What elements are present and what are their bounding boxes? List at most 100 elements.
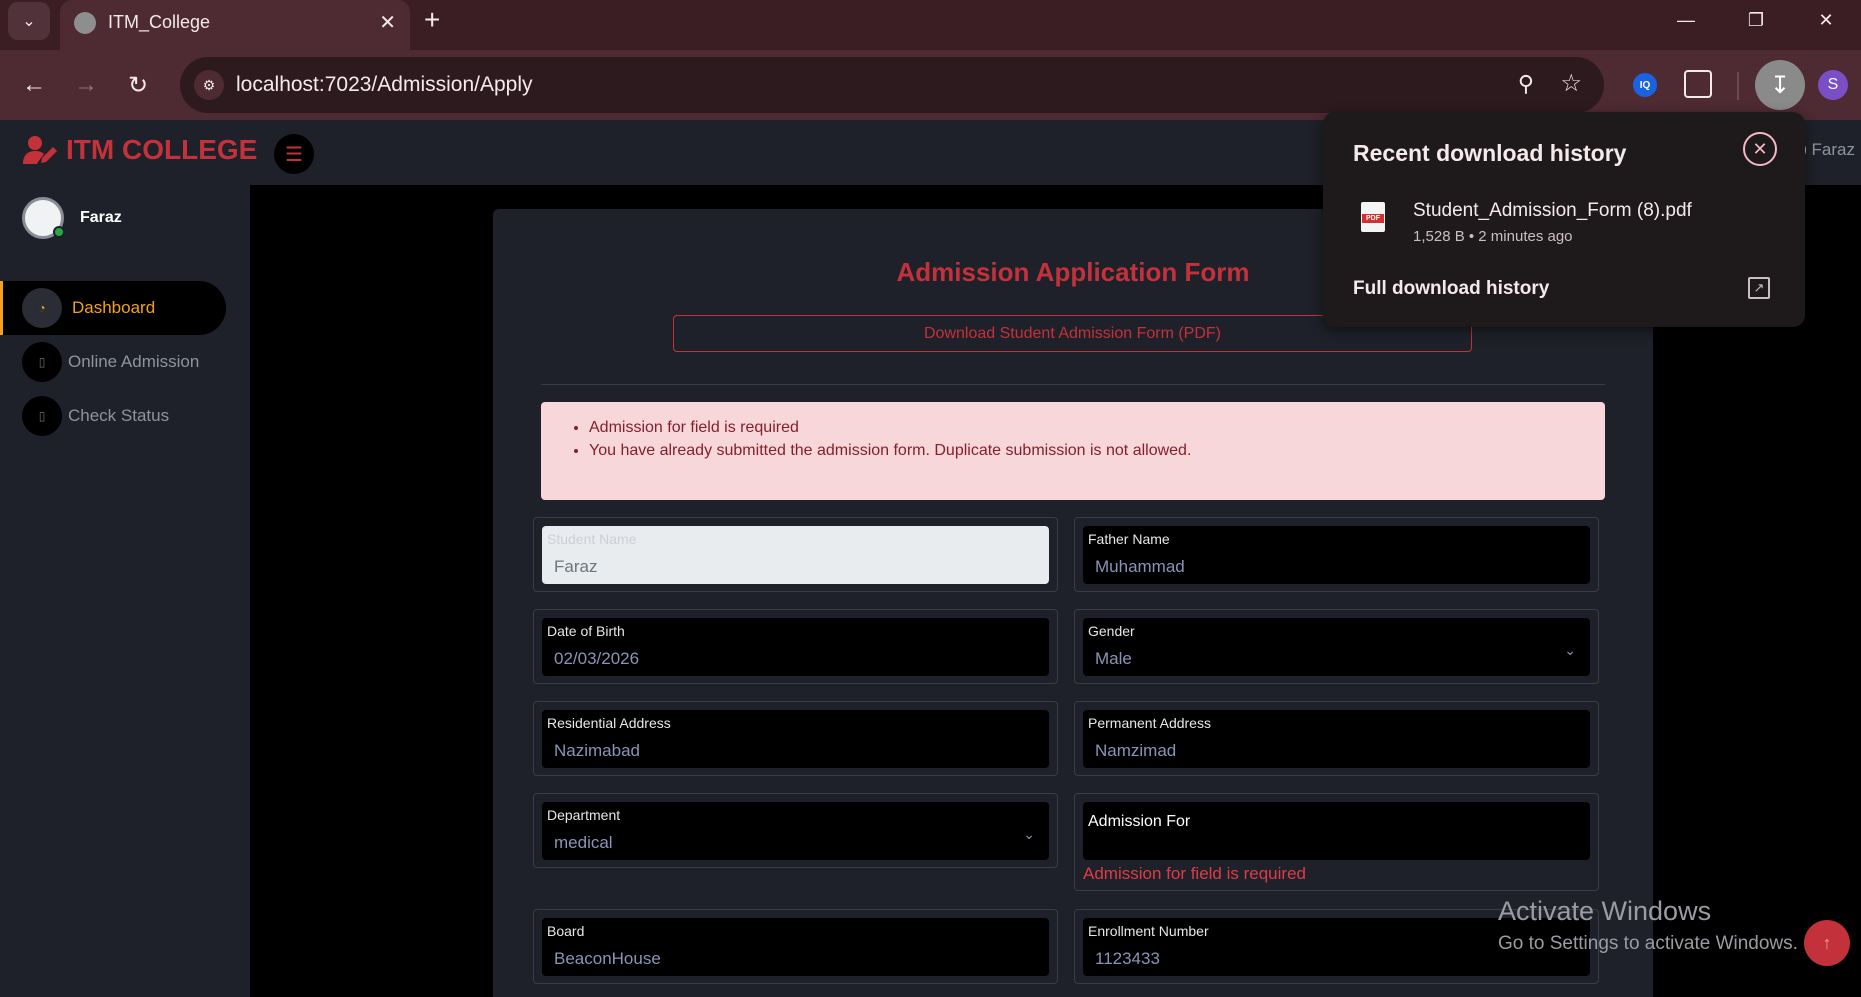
close-window-button[interactable]: ✕ [1791, 0, 1861, 40]
sidebar-item-online-admission[interactable]: ▯ Online Admission [0, 335, 226, 389]
forward-button[interactable]: → [68, 67, 104, 103]
close-icon[interactable]: ✕ [1743, 132, 1777, 166]
speedometer-icon: ◔ [22, 288, 62, 328]
scroll-to-top-button[interactable]: ↑ [1804, 920, 1850, 966]
sidebar-item-label: Dashboard [72, 298, 156, 317]
browser-toolbar: ← → ↻ ⚙ localhost:7023/Admission/Apply ⚲… [0, 50, 1861, 120]
sidebar-username: Faraz [80, 209, 122, 226]
address-bar[interactable]: ⚙ localhost:7023/Admission/Apply ⚲ ☆ [180, 57, 1604, 113]
online-status-dot [53, 226, 65, 238]
sidebar-item-label: Check Status [68, 406, 170, 425]
pdf-file-icon: PDF [1361, 202, 1385, 232]
field-label: Permanent Address [1088, 715, 1211, 731]
url-text[interactable]: localhost:7023/Admission/Apply [236, 73, 533, 97]
brand[interactable]: ITM COLLEGE [22, 134, 257, 166]
field-label: Admission For [1088, 813, 1191, 830]
windows-activation-watermark: Activate Windows Go to Settings to activ… [1498, 896, 1798, 955]
gender-group: Gender Male ⌄ [1074, 609, 1599, 684]
sidebar-item-label: Online Admission [68, 352, 200, 371]
permanent-address-input[interactable]: Permanent Address Namzimad [1083, 710, 1590, 768]
window-controls: — ❐ ✕ [1651, 0, 1861, 40]
error-list: Admission for field is required You have… [589, 419, 1605, 460]
residential-address-input[interactable]: Residential Address Nazimabad [542, 710, 1049, 768]
download-file-meta: 1,528 B • 2 minutes ago [1413, 228, 1573, 245]
department-select[interactable]: Department medical ⌄ [542, 802, 1049, 860]
bookmark-star-icon[interactable]: ☆ [1560, 69, 1582, 98]
field-value: Nazimabad [554, 741, 640, 760]
open-external-icon[interactable]: ↗ [1748, 277, 1770, 299]
download-history-popup: Recent download history ✕ PDF Student_Ad… [1323, 112, 1805, 327]
brand-name: ITM COLLEGE [66, 134, 258, 165]
chevron-down-icon: ⌄ [22, 13, 36, 30]
pdf-badge: PDF [1362, 214, 1384, 223]
watermark-subtitle: Go to Settings to activate Windows. [1498, 933, 1798, 954]
arrow-up-icon: ↑ [1822, 932, 1832, 953]
minimize-button[interactable]: — [1651, 0, 1721, 40]
download-icon[interactable]: ↧ [1755, 60, 1805, 110]
field-value: Muhammad [1095, 557, 1185, 576]
admission-for-select[interactable]: Admission For [1083, 802, 1590, 860]
dob-input[interactable]: Date of Birth 02/03/2026 [542, 618, 1049, 676]
field-value: Faraz [554, 557, 598, 576]
browser-tabstrip: ⌄ ITM_College ✕ + — ❐ ✕ [0, 0, 1861, 50]
close-icon[interactable]: ✕ [379, 10, 396, 35]
board-group: Board BeaconHouse [533, 909, 1058, 984]
error-item: Admission for field is required [589, 419, 1605, 437]
field-label: Residential Address [547, 715, 671, 731]
residential-address-group: Residential Address Nazimabad [533, 701, 1058, 776]
avatar [22, 197, 65, 239]
father-name-group: Father Name Muhammad [1074, 517, 1599, 592]
field-label: Board [547, 923, 585, 939]
department-group: Department medical ⌄ [533, 793, 1058, 868]
field-value: Namzimad [1095, 741, 1177, 760]
new-tab-button[interactable]: + [424, 6, 440, 34]
hamburger-icon: ☰ [285, 143, 303, 166]
validation-summary: Admission for field is required You have… [541, 402, 1605, 500]
field-label: Father Name [1088, 531, 1170, 547]
admission-form-card: Admission Application Form Download Stud… [493, 209, 1653, 997]
board-input[interactable]: Board BeaconHouse [542, 918, 1049, 976]
field-value: Male [1095, 649, 1132, 668]
back-button[interactable]: ← [16, 67, 52, 103]
field-value: BeaconHouse [554, 949, 661, 968]
sidebar-user: Faraz [22, 197, 122, 239]
download-file-name[interactable]: Student_Admission_Form (8).pdf [1413, 200, 1692, 222]
field-value: medical [554, 833, 613, 852]
status-icon: ▯ [22, 396, 62, 436]
field-value: 1123433 [1095, 949, 1160, 968]
zoom-icon[interactable]: ⚲ [1518, 71, 1534, 97]
field-label: Gender [1088, 623, 1135, 639]
globe-icon [74, 12, 96, 34]
gender-select[interactable]: Gender Male ⌄ [1083, 618, 1590, 676]
admission-for-group: Admission For Admission for field is req… [1074, 793, 1599, 891]
dob-group: Date of Birth 02/03/2026 [533, 609, 1058, 684]
reload-button[interactable]: ↻ [120, 67, 156, 103]
error-item: You have already submitted the admission… [589, 442, 1605, 460]
extensions-icon[interactable] [1684, 70, 1712, 98]
divider [541, 384, 1605, 385]
chevron-down-icon: ⌄ [1023, 826, 1035, 842]
full-download-history-link[interactable]: Full download history [1353, 278, 1549, 300]
iq-extension-icon[interactable]: IQ [1633, 73, 1657, 97]
field-label: Enrollment Number [1088, 923, 1209, 939]
father-name-input[interactable]: Father Name Muhammad [1083, 526, 1590, 584]
header-username: Faraz [1811, 140, 1855, 159]
sidebar-item-dashboard[interactable]: ◔ Dashboard [0, 281, 226, 335]
site-info-icon[interactable]: ⚙ [194, 70, 224, 100]
browser-tab[interactable]: ITM_College ✕ [60, 0, 410, 50]
tab-title: ITM_College [108, 12, 211, 32]
watermark-title: Activate Windows [1498, 896, 1712, 926]
chevron-down-icon: ⌄ [1564, 642, 1576, 658]
hamburger-menu-button[interactable]: ☰ [274, 134, 314, 174]
sidebar-item-check-status[interactable]: ▯ Check Status [0, 389, 226, 443]
field-label: Department [547, 807, 621, 823]
field-error-message: Admission for field is required [1083, 864, 1306, 883]
user-edit-icon [23, 136, 57, 164]
field-value: 02/03/2026 [554, 649, 640, 668]
tab-list-button[interactable]: ⌄ [8, 2, 50, 40]
student-name-input[interactable]: Student Name Faraz [542, 526, 1049, 584]
restore-button[interactable]: ❐ [1721, 0, 1791, 40]
student-name-group: Student Name Faraz [533, 517, 1058, 592]
profile-avatar[interactable]: S [1818, 70, 1848, 100]
sidebar: Faraz ◔ Dashboard ▯ Online Admission ▯ C… [0, 185, 250, 997]
